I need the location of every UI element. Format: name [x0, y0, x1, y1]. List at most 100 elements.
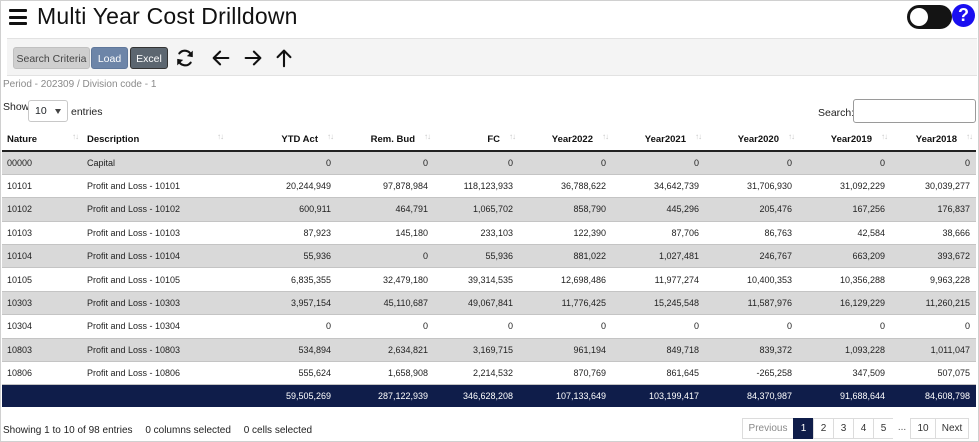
- table-cell[interactable]: 2,214,532: [434, 361, 519, 386]
- table-cell[interactable]: 55,936: [227, 244, 337, 269]
- table-cell[interactable]: 42,584: [798, 221, 891, 246]
- entries-select[interactable]: 10: [28, 100, 68, 122]
- table-row[interactable]: 10303 Profit and Loss - 10303 3,957,154 45,…: [2, 291, 976, 316]
- table-cell[interactable]: 10104: [2, 244, 82, 269]
- search-criteria-button[interactable]: Search Criteria: [13, 47, 90, 69]
- pagination-page[interactable]: 1: [793, 418, 814, 439]
- table-cell[interactable]: 0: [434, 314, 519, 339]
- table-cell[interactable]: Profit and Loss - 10102: [82, 197, 227, 222]
- pagination-page[interactable]: 2: [813, 418, 834, 439]
- table-cell[interactable]: 11,260,215: [891, 291, 976, 316]
- table-cell[interactable]: Capital: [82, 151, 227, 175]
- table-cell[interactable]: 0: [227, 314, 337, 339]
- table-row[interactable]: 10102 Profit and Loss - 10102 600,911 464,7…: [2, 197, 976, 222]
- table-cell[interactable]: 31,706,930: [705, 174, 798, 199]
- table-cell[interactable]: 246,767: [705, 244, 798, 269]
- table-cell[interactable]: 30,039,277: [891, 174, 976, 199]
- table-cell[interactable]: 3,169,715: [434, 338, 519, 363]
- table-cell[interactable]: 10304: [2, 314, 82, 339]
- table-row[interactable]: 10101 Profit and Loss - 10101 20,244,949 97…: [2, 174, 976, 199]
- table-cell[interactable]: 0: [612, 314, 705, 339]
- table-cell[interactable]: 1,093,228: [798, 338, 891, 363]
- table-cell[interactable]: 0: [337, 151, 434, 175]
- table-cell[interactable]: 9,963,228: [891, 267, 976, 292]
- table-cell[interactable]: 2,634,821: [337, 338, 434, 363]
- table-cell[interactable]: 118,123,933: [434, 174, 519, 199]
- table-cell[interactable]: Profit and Loss - 10105: [82, 267, 227, 292]
- table-row[interactable]: 10104 Profit and Loss - 10104 55,936 0 55,93…: [2, 244, 976, 269]
- table-cell[interactable]: 20,244,949: [227, 174, 337, 199]
- table-cell[interactable]: 663,209: [798, 244, 891, 269]
- table-cell[interactable]: 347,509: [798, 361, 891, 386]
- column-header[interactable]: Year2019 ↑↓: [798, 128, 891, 152]
- table-cell[interactable]: 10803: [2, 338, 82, 363]
- table-cell[interactable]: 3,957,154: [227, 291, 337, 316]
- table-cell[interactable]: 55,936: [434, 244, 519, 269]
- load-button[interactable]: Load: [91, 47, 128, 69]
- table-cell[interactable]: 881,022: [519, 244, 612, 269]
- table-cell[interactable]: 87,923: [227, 221, 337, 246]
- column-header[interactable]: Rem. Bud ↑↓: [337, 128, 434, 152]
- table-cell[interactable]: 0: [705, 151, 798, 175]
- column-header[interactable]: Year2022 ↑↓: [519, 128, 612, 152]
- table-cell[interactable]: 0: [891, 314, 976, 339]
- table-cell[interactable]: Profit and Loss - 10803: [82, 338, 227, 363]
- menu-icon[interactable]: [9, 9, 27, 25]
- table-cell[interactable]: Profit and Loss - 10103: [82, 221, 227, 246]
- table-cell[interactable]: 145,180: [337, 221, 434, 246]
- table-cell[interactable]: 10,400,353: [705, 267, 798, 292]
- column-header[interactable]: FC ↑↓: [434, 128, 519, 152]
- table-cell[interactable]: 11,776,425: [519, 291, 612, 316]
- table-cell[interactable]: 600,911: [227, 197, 337, 222]
- table-cell[interactable]: 849,718: [612, 338, 705, 363]
- table-cell[interactable]: 0: [705, 314, 798, 339]
- table-cell[interactable]: 10105: [2, 267, 82, 292]
- arrow-left-icon[interactable]: [210, 47, 232, 69]
- table-cell[interactable]: 233,103: [434, 221, 519, 246]
- pagination-previous[interactable]: Previous: [742, 418, 794, 439]
- table-cell[interactable]: 1,658,908: [337, 361, 434, 386]
- table-cell[interactable]: 31,092,229: [798, 174, 891, 199]
- table-cell[interactable]: 839,372: [705, 338, 798, 363]
- table-cell[interactable]: Profit and Loss - 10101: [82, 174, 227, 199]
- table-cell[interactable]: 10303: [2, 291, 82, 316]
- table-cell[interactable]: -265,258: [705, 361, 798, 386]
- table-cell[interactable]: 11,977,274: [612, 267, 705, 292]
- search-input[interactable]: [853, 99, 976, 123]
- table-row[interactable]: 00000 Capital 0 0 0 0 0 0 0 0: [2, 151, 976, 175]
- table-cell[interactable]: 32,479,180: [337, 267, 434, 292]
- table-cell[interactable]: 0: [519, 151, 612, 175]
- table-cell[interactable]: Profit and Loss - 10104: [82, 244, 227, 269]
- table-row[interactable]: 10806 Profit and Loss - 10806 555,624 1,658…: [2, 361, 976, 386]
- table-cell[interactable]: 961,194: [519, 338, 612, 363]
- table-cell[interactable]: 34,642,739: [612, 174, 705, 199]
- table-cell[interactable]: 10102: [2, 197, 82, 222]
- table-cell[interactable]: Profit and Loss - 10304: [82, 314, 227, 339]
- table-cell[interactable]: 464,791: [337, 197, 434, 222]
- column-header[interactable]: Year2020 ↑↓: [705, 128, 798, 152]
- pagination-next[interactable]: Next: [935, 418, 969, 439]
- table-cell[interactable]: 1,011,047: [891, 338, 976, 363]
- table-cell[interactable]: 49,067,841: [434, 291, 519, 316]
- table-cell[interactable]: 45,110,687: [337, 291, 434, 316]
- table-row[interactable]: 10304 Profit and Loss - 10304 0 0 0 0 0 0 0 0: [2, 314, 976, 339]
- table-cell[interactable]: 10,356,288: [798, 267, 891, 292]
- table-cell[interactable]: 507,075: [891, 361, 976, 386]
- help-icon[interactable]: ?: [952, 4, 975, 27]
- table-cell[interactable]: Profit and Loss - 10806: [82, 361, 227, 386]
- table-cell[interactable]: 534,894: [227, 338, 337, 363]
- pagination-page[interactable]: 10: [910, 418, 936, 439]
- table-cell[interactable]: 1,065,702: [434, 197, 519, 222]
- table-cell[interactable]: 122,390: [519, 221, 612, 246]
- table-cell[interactable]: 0: [798, 314, 891, 339]
- table-cell[interactable]: 0: [337, 244, 434, 269]
- column-header[interactable]: YTD Act ↑↓: [227, 128, 337, 152]
- table-cell[interactable]: 38,666: [891, 221, 976, 246]
- table-cell[interactable]: 0: [434, 151, 519, 175]
- table-cell[interactable]: 00000: [2, 151, 82, 175]
- table-row[interactable]: 10103 Profit and Loss - 10103 87,923 145,18…: [2, 221, 976, 246]
- pagination-page[interactable]: 5: [873, 418, 894, 439]
- table-cell[interactable]: 97,878,984: [337, 174, 434, 199]
- table-cell[interactable]: 555,624: [227, 361, 337, 386]
- table-cell[interactable]: 393,672: [891, 244, 976, 269]
